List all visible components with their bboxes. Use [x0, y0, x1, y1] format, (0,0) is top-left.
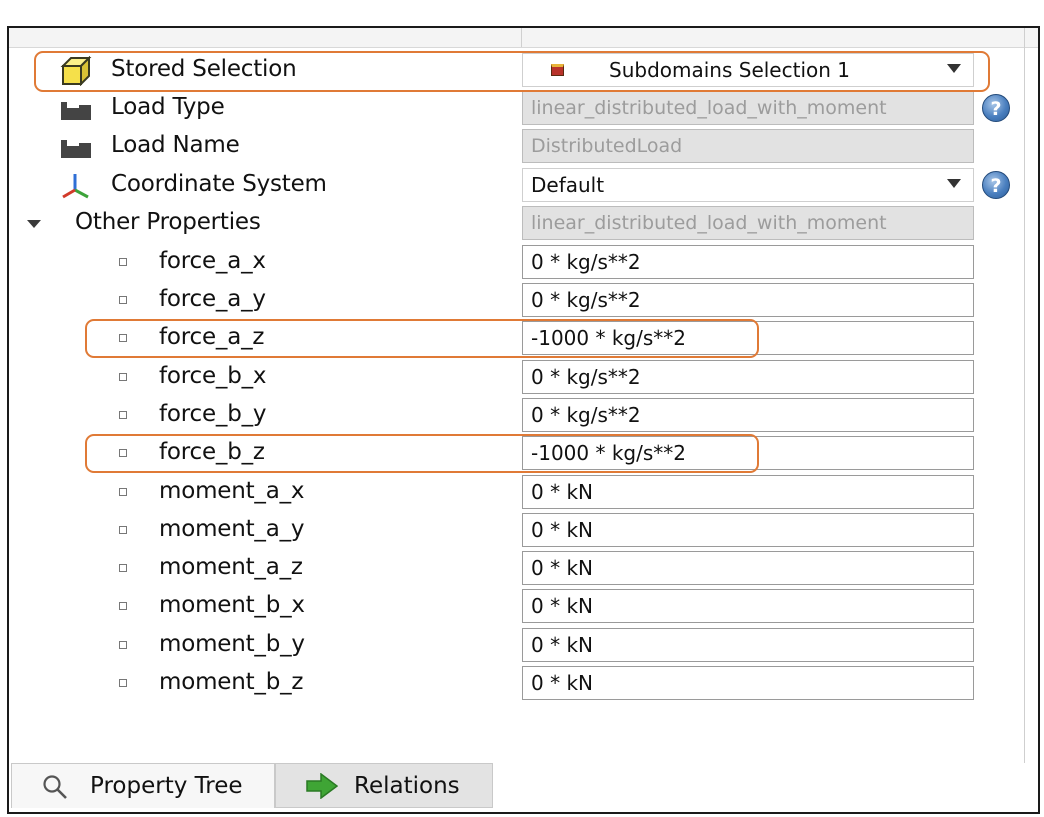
property-value-field[interactable]: -1000 * kg/s**2 [522, 436, 974, 470]
load-type-field: linear_distributed_load_with_moment [522, 91, 974, 125]
property-value-field[interactable]: 0 * kg/s**2 [522, 398, 974, 432]
tab-bar: Property Tree Relations [9, 763, 1038, 812]
row-label: Coordinate System [111, 171, 327, 197]
property-row[interactable]: force_b_z -1000 * kg/s**2 [9, 435, 1024, 473]
property-row[interactable]: moment_a_x 0 * kN [9, 474, 1024, 512]
other-properties-field: linear_distributed_load_with_moment [522, 206, 974, 240]
load-icon [61, 102, 91, 120]
property-row[interactable]: force_a_y 0 * kg/s**2 [9, 282, 1024, 320]
chevron-down-icon[interactable] [947, 179, 961, 188]
property-label: force_b_z [159, 439, 265, 465]
property-value-field[interactable]: 0 * kN [522, 666, 974, 700]
row-label: Load Type [111, 94, 225, 120]
property-row[interactable]: force_a_x 0 * kg/s**2 [9, 244, 1024, 282]
property-label: moment_b_y [159, 631, 305, 657]
help-icon[interactable]: ? [982, 94, 1010, 122]
row-stored-selection[interactable]: Stored Selection Subdomains Selection 1 [9, 52, 1024, 90]
property-label: force_a_y [159, 286, 266, 312]
property-panel: Stored Selection Subdomains Selection 1 … [7, 26, 1040, 814]
stored-selection-dropdown[interactable]: Subdomains Selection 1 [522, 53, 974, 87]
tab-relations[interactable]: Relations [275, 763, 493, 808]
property-row[interactable]: moment_a_z 0 * kN [9, 550, 1024, 588]
bullet-icon [119, 411, 127, 419]
green-arrow-icon [306, 773, 338, 799]
bullet-icon [119, 602, 127, 610]
panel-divider [1024, 28, 1025, 763]
dropdown-value: Default [531, 173, 605, 197]
property-label: force_b_x [159, 363, 267, 389]
tab-label: Property Tree [90, 773, 243, 799]
magnifier-icon [43, 775, 67, 799]
group-label: Other Properties [75, 209, 261, 235]
property-label: force_a_z [159, 324, 265, 350]
row-label: Load Name [111, 132, 240, 158]
property-label: force_a_x [159, 248, 266, 274]
property-row[interactable]: moment_b_x 0 * kN [9, 588, 1024, 626]
property-row[interactable]: force_a_z -1000 * kg/s**2 [9, 320, 1024, 358]
property-value-field[interactable]: 0 * kN [522, 628, 974, 662]
property-label: moment_a_x [159, 478, 305, 504]
property-value-field[interactable]: 0 * kg/s**2 [522, 283, 974, 317]
property-value-field[interactable]: 0 * kN [522, 513, 974, 547]
chevron-down-icon[interactable] [947, 64, 961, 73]
property-value-field[interactable]: 0 * kN [522, 589, 974, 623]
property-label: moment_a_y [159, 516, 305, 542]
property-value-field[interactable]: 0 * kN [522, 551, 974, 585]
selection-color-icon [551, 64, 564, 76]
bullet-icon [119, 564, 127, 572]
dropdown-value: Subdomains Selection 1 [609, 58, 850, 82]
property-value-field[interactable]: 0 * kg/s**2 [522, 245, 974, 279]
property-row[interactable]: moment_b_y 0 * kN [9, 627, 1024, 665]
property-row[interactable]: moment_b_z 0 * kN [9, 665, 1024, 703]
tab-label: Relations [354, 773, 460, 799]
property-row[interactable]: force_b_y 0 * kg/s**2 [9, 397, 1024, 435]
property-value-field[interactable]: -1000 * kg/s**2 [522, 321, 974, 355]
bullet-icon [119, 373, 127, 381]
property-label: moment_a_z [159, 554, 303, 580]
property-row[interactable]: moment_a_y 0 * kN [9, 512, 1024, 550]
load-name-field: DistributedLoad [522, 129, 974, 163]
axes-icon [62, 174, 89, 199]
column-header [9, 28, 1038, 48]
property-label: moment_b_z [159, 669, 304, 695]
coordinate-system-dropdown[interactable]: Default [522, 168, 974, 202]
row-load-type: Load Type linear_distributed_load_with_m… [9, 90, 1024, 128]
load-icon [61, 140, 91, 158]
row-other-properties[interactable]: Other Properties linear_distributed_load… [9, 205, 1024, 243]
bullet-icon [119, 641, 127, 649]
bullet-icon [119, 488, 127, 496]
row-label: Stored Selection [111, 56, 297, 82]
bullet-icon [119, 334, 127, 342]
bullet-icon [119, 258, 127, 266]
bullet-icon [119, 449, 127, 457]
bullet-icon [119, 526, 127, 534]
property-row[interactable]: force_b_x 0 * kg/s**2 [9, 359, 1024, 397]
row-coordinate-system[interactable]: Coordinate System Default ? [9, 167, 1024, 205]
bullet-icon [119, 296, 127, 304]
property-value-field[interactable]: 0 * kg/s**2 [522, 360, 974, 394]
help-icon[interactable]: ? [982, 171, 1010, 199]
expand-arrow-icon[interactable] [27, 220, 41, 228]
row-load-name: Load Name DistributedLoad [9, 128, 1024, 166]
property-label: force_b_y [159, 401, 267, 427]
cube-icon [60, 56, 92, 86]
property-value-field[interactable]: 0 * kN [522, 475, 974, 509]
tab-property-tree[interactable]: Property Tree [11, 763, 275, 808]
column-divider[interactable] [521, 28, 522, 47]
property-label: moment_b_x [159, 592, 305, 618]
bullet-icon [119, 679, 127, 687]
